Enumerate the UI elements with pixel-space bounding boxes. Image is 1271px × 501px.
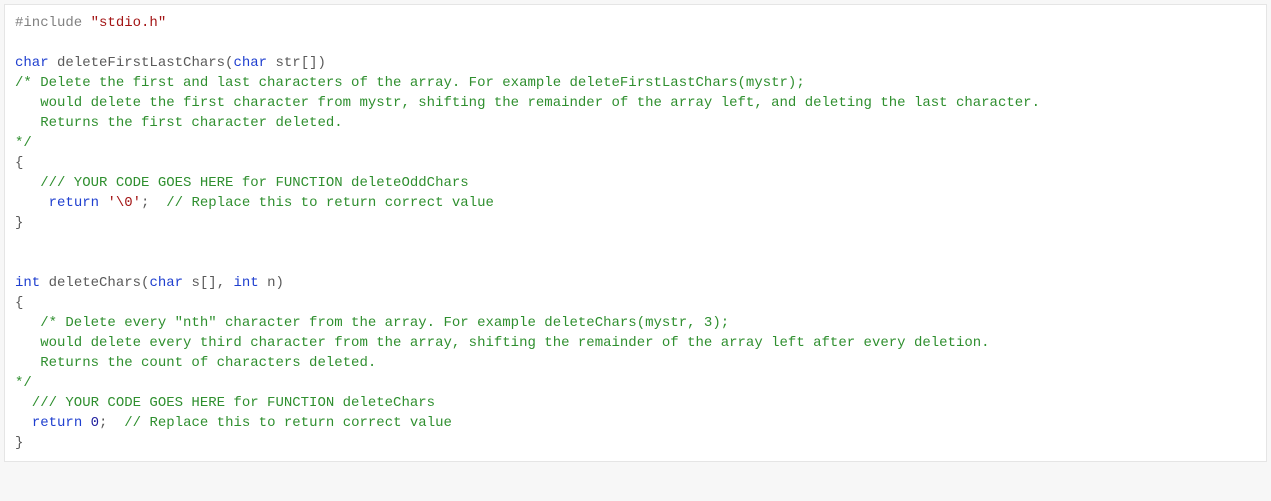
keyword-return: return	[32, 415, 82, 431]
param-name: str	[275, 55, 300, 71]
todo-comment: /// YOUR CODE GOES HERE for FUNCTION del…	[15, 175, 469, 191]
brace-close: }	[15, 435, 23, 451]
paren-close: )	[276, 275, 284, 291]
param-name: s	[191, 275, 199, 291]
paren-close: )	[318, 55, 326, 71]
param-type: char	[233, 55, 267, 71]
comment-line: Returns the first character deleted.	[15, 115, 343, 131]
todo-comment: /// YOUR CODE GOES HERE for FUNCTION del…	[15, 395, 435, 411]
param-type: int	[234, 275, 259, 291]
indent	[15, 195, 49, 211]
keyword-return: return	[49, 195, 99, 211]
keyword-char: char	[15, 55, 49, 71]
code-block: #include "stdio.h" char deleteFirstLastC…	[4, 4, 1267, 462]
include-header: "stdio.h"	[91, 15, 167, 31]
comment-open: /* Delete the first and last characters …	[15, 75, 805, 91]
function-name-1: deleteFirstLastChars	[57, 55, 225, 71]
comment-close: */	[15, 135, 32, 151]
comment-line: would delete the first character from my…	[15, 95, 1040, 111]
preproc-directive: #include	[15, 15, 82, 31]
comment-close: */	[15, 375, 32, 391]
brace-open: {	[15, 295, 23, 311]
param-name: n	[267, 275, 275, 291]
inline-comment: // Replace this to return correct value	[107, 415, 451, 431]
char-literal: '\0'	[107, 195, 141, 211]
inline-comment: // Replace this to return correct value	[149, 195, 493, 211]
int-literal: 0	[91, 415, 99, 431]
brace-close: }	[15, 215, 23, 231]
brackets: []	[301, 55, 318, 71]
indent	[15, 415, 32, 431]
brackets: []	[200, 275, 217, 291]
keyword-int: int	[15, 275, 40, 291]
comment-line: would delete every third character from …	[15, 335, 990, 351]
comment-line: Returns the count of characters deleted.	[15, 355, 376, 371]
comment-open: /* Delete every "nth" character from the…	[15, 315, 729, 331]
brace-open: {	[15, 155, 23, 171]
param-type: char	[149, 275, 183, 291]
function-name-2: deleteChars	[49, 275, 141, 291]
comma: ,	[217, 275, 234, 291]
